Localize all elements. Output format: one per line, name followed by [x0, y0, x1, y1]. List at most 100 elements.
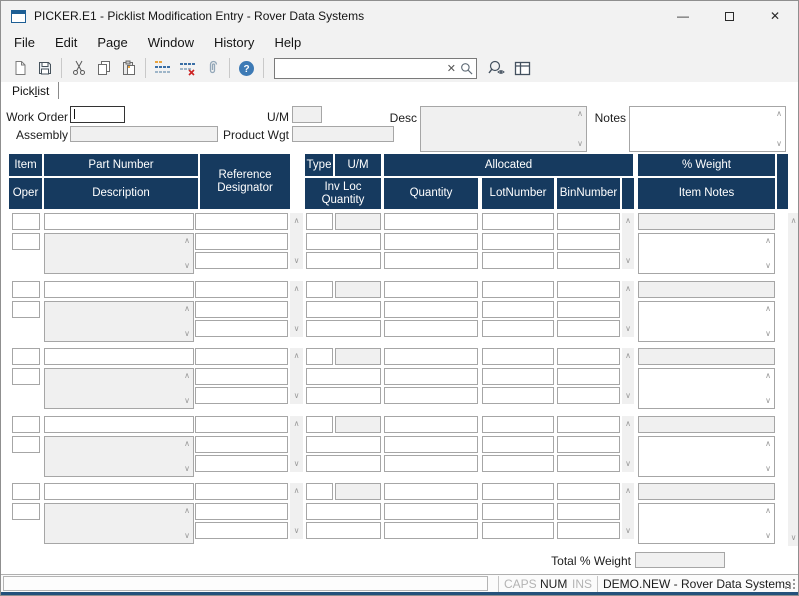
- inv-loc-input[interactable]: [306, 368, 381, 385]
- bin-number-input[interactable]: [557, 522, 620, 539]
- allocated-quantity-input[interactable]: [384, 233, 478, 250]
- scroll-down-icon[interactable]: ∨: [294, 325, 300, 333]
- reference-designator-input[interactable]: [195, 213, 288, 230]
- reference-designator-input[interactable]: [195, 368, 288, 385]
- allocated-quantity-input[interactable]: [384, 416, 478, 433]
- type-input[interactable]: [306, 483, 333, 500]
- quantity-input[interactable]: [306, 522, 381, 539]
- type-input[interactable]: [306, 213, 333, 230]
- lot-number-input[interactable]: [482, 503, 554, 520]
- bin-number-input[interactable]: [557, 281, 620, 298]
- minimize-button[interactable]: —: [660, 1, 706, 31]
- notes-input[interactable]: ∧ ∨: [629, 106, 786, 152]
- scroll-down-icon[interactable]: ∨: [765, 330, 771, 338]
- oper-input[interactable]: [12, 436, 40, 453]
- scroll-down-icon[interactable]: ∨: [765, 262, 771, 270]
- quantity-input[interactable]: [306, 252, 381, 269]
- reference-designator-input[interactable]: [195, 436, 288, 453]
- allocated-scrollbar[interactable]: ∧ ∨: [622, 213, 634, 269]
- part-number-input[interactable]: [44, 348, 194, 365]
- tab-picklist[interactable]: Picklist: [12, 84, 49, 98]
- inv-loc-input[interactable]: [306, 436, 381, 453]
- menu-item-file[interactable]: File: [4, 32, 45, 53]
- scroll-up-icon[interactable]: ∧: [294, 487, 300, 495]
- allocated-quantity-input[interactable]: [384, 301, 478, 318]
- scroll-up-icon[interactable]: ∧: [791, 217, 797, 225]
- grid-vertical-scrollbar[interactable]: ∧ ∨: [788, 213, 799, 546]
- scroll-down-icon[interactable]: ∨: [625, 460, 631, 468]
- bin-number-input[interactable]: [557, 252, 620, 269]
- allocated-quantity-input[interactable]: [384, 436, 478, 453]
- lot-number-input[interactable]: [482, 455, 554, 472]
- cut-button[interactable]: [66, 56, 91, 80]
- scroll-up-icon[interactable]: ∧: [625, 487, 631, 495]
- reference-designator-input[interactable]: [195, 416, 288, 433]
- scroll-down-icon[interactable]: ∨: [765, 532, 771, 540]
- allocated-quantity-input[interactable]: [384, 213, 478, 230]
- oper-input[interactable]: [12, 503, 40, 520]
- search-view-button[interactable]: [485, 56, 510, 80]
- item-input[interactable]: [12, 213, 40, 230]
- item-input[interactable]: [12, 416, 40, 433]
- lot-number-input[interactable]: [482, 233, 554, 250]
- menu-item-edit[interactable]: Edit: [45, 32, 87, 53]
- inv-loc-input[interactable]: [306, 503, 381, 520]
- scroll-down-icon[interactable]: ∨: [294, 257, 300, 265]
- new-document-button[interactable]: [7, 56, 32, 80]
- allocated-quantity-input[interactable]: [384, 368, 478, 385]
- scroll-down-icon[interactable]: ∨: [294, 527, 300, 535]
- item-notes-input[interactable]: ∧ ∨: [638, 233, 775, 274]
- delete-row-button[interactable]: [175, 56, 200, 80]
- quantity-input[interactable]: [306, 320, 381, 337]
- resize-grip-icon[interactable]: [784, 578, 796, 590]
- allocated-scrollbar[interactable]: ∧ ∨: [622, 281, 634, 337]
- item-input[interactable]: [12, 281, 40, 298]
- allocated-quantity-input[interactable]: [384, 483, 478, 500]
- scroll-up-icon[interactable]: ∧: [765, 372, 771, 380]
- scroll-down-icon[interactable]: ∨: [791, 534, 797, 542]
- clear-search-icon[interactable]: ✕: [443, 62, 460, 75]
- allocated-scrollbar[interactable]: ∧ ∨: [622, 483, 634, 539]
- allocated-quantity-input[interactable]: [384, 455, 478, 472]
- scroll-up-icon[interactable]: ∧: [625, 420, 631, 428]
- reference-designator-input[interactable]: [195, 503, 288, 520]
- lot-number-input[interactable]: [482, 483, 554, 500]
- allocated-scrollbar[interactable]: ∧ ∨: [622, 348, 634, 404]
- reference-designator-input[interactable]: [195, 320, 288, 337]
- maximize-button[interactable]: [706, 1, 752, 31]
- item-notes-input[interactable]: ∧ ∨: [638, 368, 775, 409]
- scroll-down-icon[interactable]: ∨: [625, 392, 631, 400]
- allocated-quantity-input[interactable]: [384, 252, 478, 269]
- oper-input[interactable]: [12, 233, 40, 250]
- reference-designator-scrollbar[interactable]: ∧ ∨: [290, 416, 303, 472]
- lot-number-input[interactable]: [482, 387, 554, 404]
- scroll-up-icon[interactable]: ∧: [294, 352, 300, 360]
- lot-number-input[interactable]: [482, 348, 554, 365]
- copy-button[interactable]: [91, 56, 116, 80]
- attachment-button[interactable]: [200, 56, 225, 80]
- part-number-input[interactable]: [44, 281, 194, 298]
- scroll-up-icon[interactable]: ∧: [765, 305, 771, 313]
- part-number-input[interactable]: [44, 213, 194, 230]
- reference-designator-input[interactable]: [195, 522, 288, 539]
- lot-number-input[interactable]: [482, 436, 554, 453]
- lot-number-input[interactable]: [482, 522, 554, 539]
- bin-number-input[interactable]: [557, 320, 620, 337]
- scroll-up-icon[interactable]: ∧: [625, 217, 631, 225]
- reference-designator-input[interactable]: [195, 301, 288, 318]
- reference-designator-input[interactable]: [195, 233, 288, 250]
- lot-number-input[interactable]: [482, 301, 554, 318]
- menu-item-history[interactable]: History: [204, 32, 264, 53]
- type-input[interactable]: [306, 281, 333, 298]
- item-notes-input[interactable]: ∧ ∨: [638, 301, 775, 342]
- lot-number-input[interactable]: [482, 368, 554, 385]
- table-layout-button[interactable]: [510, 56, 535, 80]
- allocated-quantity-input[interactable]: [384, 503, 478, 520]
- item-notes-input[interactable]: ∧ ∨: [638, 503, 775, 544]
- scroll-down-icon[interactable]: ∨: [294, 392, 300, 400]
- reference-designator-input[interactable]: [195, 281, 288, 298]
- reference-designator-input[interactable]: [195, 455, 288, 472]
- paste-button[interactable]: [116, 56, 141, 80]
- save-button[interactable]: [32, 56, 57, 80]
- bin-number-input[interactable]: [557, 301, 620, 318]
